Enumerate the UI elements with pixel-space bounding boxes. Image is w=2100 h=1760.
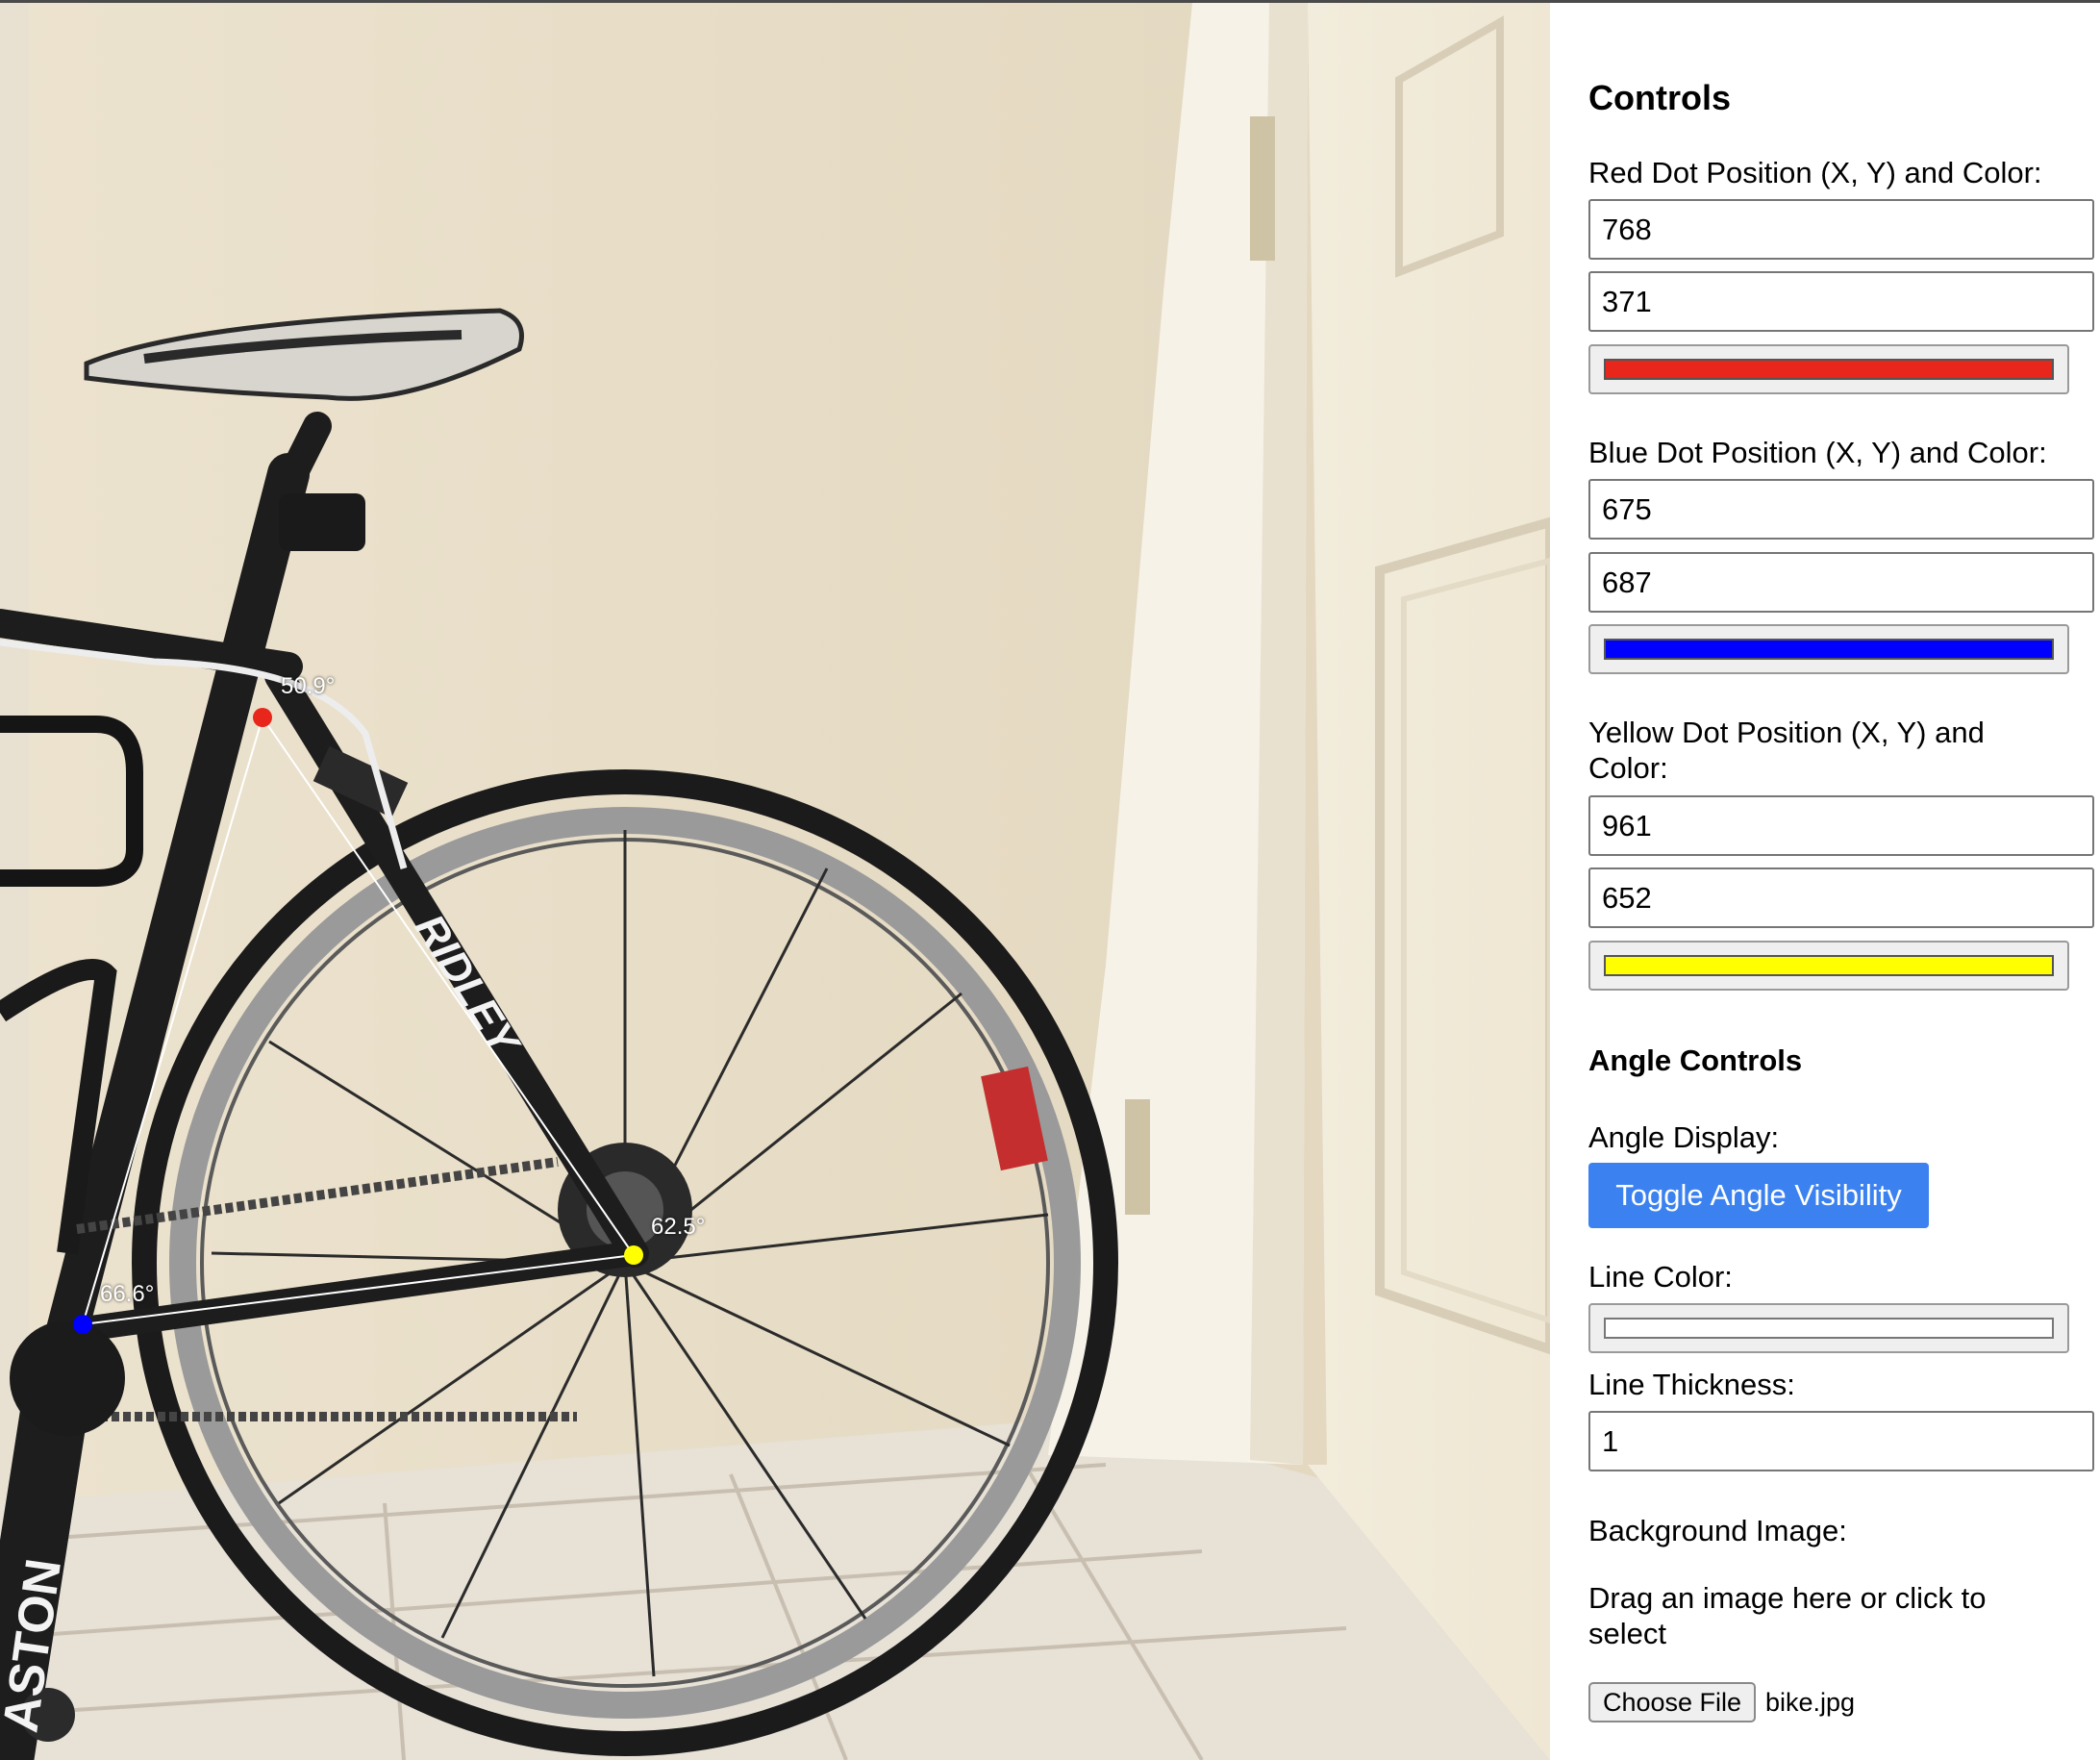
selected-file-name: bike.jpg — [1765, 1687, 1856, 1717]
line-thickness-input[interactable] — [1588, 1411, 2094, 1471]
blue-x-input[interactable] — [1588, 479, 2094, 540]
toggle-angle-visibility-button[interactable]: Toggle Angle Visibility — [1588, 1163, 1929, 1228]
blue-color-swatch — [1604, 639, 2054, 660]
line-color-picker[interactable] — [1588, 1303, 2069, 1353]
controls-heading: Controls — [1588, 78, 1731, 117]
yellow-x-input[interactable] — [1588, 795, 2094, 856]
drop-zone-text-line1: Drag an image here or click to — [1588, 1581, 1987, 1615]
blue-dot-label: Blue Dot Position (X, Y) and Color: — [1588, 436, 2047, 469]
blue-color-picker[interactable] — [1588, 624, 2069, 674]
angle-display-label: Angle Display: — [1588, 1120, 1780, 1154]
yellow-dot-label-line2: Color: — [1588, 751, 1668, 785]
yellow-dot[interactable] — [624, 1245, 643, 1265]
drop-zone[interactable]: Drag an image here or click to select — [1588, 1580, 1987, 1651]
yellow-color-picker[interactable] — [1588, 941, 2069, 991]
angle-controls-heading: Angle Controls — [1588, 1043, 1803, 1077]
red-dot-label: Red Dot Position (X, Y) and Color: — [1588, 156, 2042, 189]
file-input[interactable]: Choose File bike.jpg — [1588, 1682, 1855, 1722]
red-dot[interactable] — [253, 708, 272, 727]
background-image-label: Background Image: — [1588, 1514, 1847, 1547]
line-color-swatch — [1604, 1318, 2054, 1339]
drop-zone-text-line2: select — [1588, 1617, 1666, 1650]
yellow-dot-label: Yellow Dot Position (X, Y) and Color: — [1588, 715, 1985, 786]
angle-canvas[interactable]: RIDLEY ASTON 50.9° 62.5° 66.6° — [0, 3, 1550, 1760]
red-x-input[interactable] — [1588, 199, 2094, 260]
red-color-picker[interactable] — [1588, 344, 2069, 394]
angle-label-red: 50.9° — [281, 673, 336, 699]
angle-label-blue: 66.6° — [100, 1281, 155, 1307]
blue-dot[interactable] — [73, 1315, 92, 1334]
red-color-swatch — [1604, 359, 2054, 380]
angle-label-yellow: 62.5° — [651, 1214, 706, 1240]
blue-y-input[interactable] — [1588, 552, 2094, 613]
controls-panel: Controls Red Dot Position (X, Y) and Col… — [1550, 3, 2100, 1760]
yellow-dot-label-line1: Yellow Dot Position (X, Y) and — [1588, 716, 1985, 749]
line-thickness-label: Line Thickness: — [1588, 1368, 1795, 1401]
bike-photo: RIDLEY ASTON — [0, 3, 1550, 1760]
line-color-label: Line Color: — [1588, 1260, 1733, 1294]
yellow-y-input[interactable] — [1588, 867, 2094, 928]
choose-file-button[interactable]: Choose File — [1588, 1682, 1756, 1722]
yellow-color-swatch — [1604, 955, 2054, 976]
red-y-input[interactable] — [1588, 271, 2094, 332]
